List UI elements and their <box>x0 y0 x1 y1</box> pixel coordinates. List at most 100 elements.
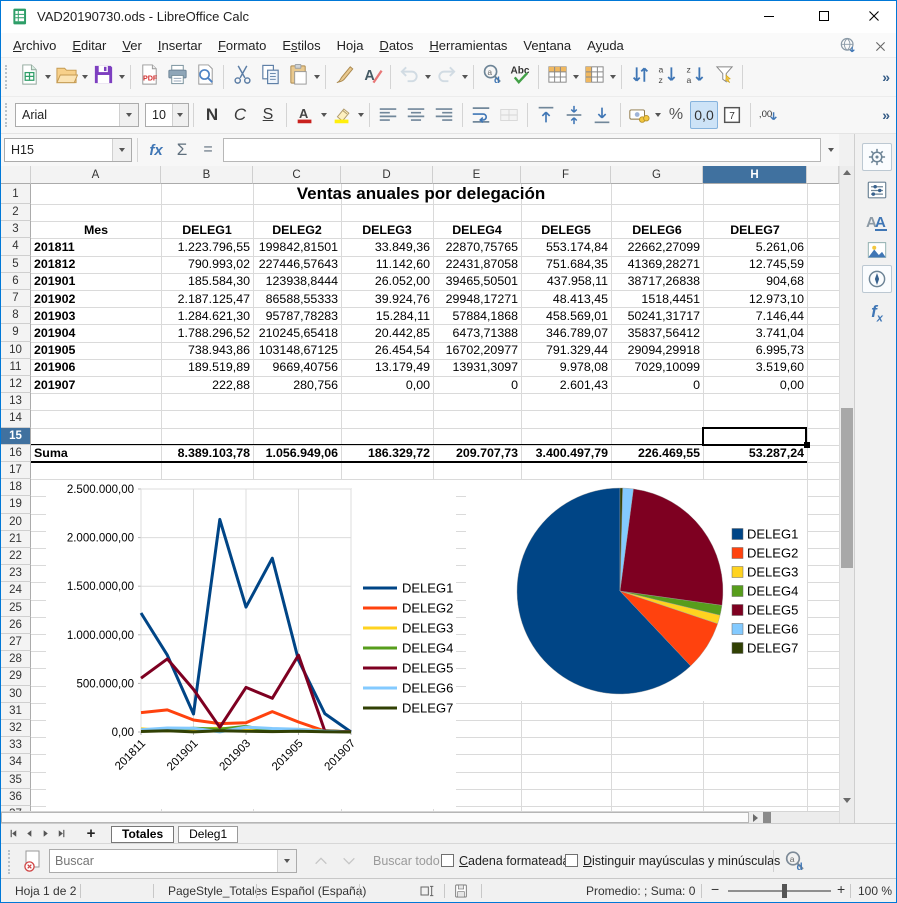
find-replace-icon[interactable]: ad <box>783 849 807 878</box>
value-cell[interactable]: 38717,26838 <box>611 273 703 290</box>
header-cell[interactable]: DELEG4 <box>433 221 521 238</box>
value-cell[interactable]: 22870,75765 <box>433 238 521 255</box>
column-header-D[interactable]: D <box>341 166 433 184</box>
column-header-E[interactable]: E <box>433 166 521 184</box>
menu-herramientas[interactable]: Herramientas <box>421 35 515 56</box>
month-cell[interactable]: 201907 <box>31 376 161 393</box>
autofilter-button[interactable] <box>710 63 738 91</box>
formatted-string-checkbox[interactable] <box>441 854 454 867</box>
row-header-34[interactable]: 34 <box>1 754 31 772</box>
value-cell[interactable]: 791.329,44 <box>521 342 611 359</box>
chevron-down-icon[interactable] <box>171 104 188 126</box>
column-header-B[interactable]: B <box>161 166 253 184</box>
formula-input[interactable] <box>223 138 821 162</box>
row-header-23[interactable]: 23 <box>1 565 31 583</box>
sidebar-gallery-button[interactable] <box>862 236 892 264</box>
value-cell[interactable]: 123938,8444 <box>253 273 341 290</box>
value-cell[interactable]: 39465,50501 <box>433 273 521 290</box>
row-header-25[interactable]: 25 <box>1 599 31 617</box>
save-button[interactable] <box>89 63 117 91</box>
row-header-3[interactable]: 3 <box>1 221 31 239</box>
currency-format-button[interactable] <box>625 101 653 129</box>
toolbar-overflow-button[interactable]: » <box>882 69 890 85</box>
row-header-7[interactable]: 7 <box>1 290 31 308</box>
find-all-button[interactable]: Buscar todo <box>373 854 440 868</box>
vertical-scrollbar[interactable] <box>839 166 854 823</box>
chevron-down-icon[interactable] <box>356 101 365 129</box>
value-cell[interactable]: 57884,1868 <box>433 307 521 324</box>
equals-icon[interactable]: = <box>195 137 221 163</box>
value-cell[interactable]: 50241,31717 <box>611 307 703 324</box>
redo-dropdown[interactable] <box>460 63 469 91</box>
chevron-down-icon[interactable] <box>112 139 131 161</box>
value-cell[interactable]: 15.284,11 <box>341 307 433 324</box>
maximize-button[interactable] <box>801 1 846 31</box>
sidebar-navigator-button[interactable] <box>862 265 892 293</box>
toolbar-overflow-button[interactable]: » <box>882 107 890 123</box>
zoom-in-button[interactable]: + <box>837 881 845 897</box>
sheet-count[interactable]: Hoja 1 de 2 <box>15 884 76 898</box>
value-cell[interactable]: 86588,55333 <box>253 290 341 307</box>
new-button[interactable] <box>15 63 43 91</box>
close-button[interactable] <box>851 1 896 31</box>
tab-totales[interactable]: Totales <box>111 825 175 843</box>
column-header-C[interactable]: C <box>253 166 341 184</box>
header-cell[interactable]: DELEG3 <box>341 221 433 238</box>
row-header-2[interactable]: 2 <box>1 204 31 222</box>
toolbar-grip[interactable] <box>8 850 13 874</box>
selection-mode-icon[interactable] <box>419 883 435 902</box>
align-right-button[interactable] <box>430 101 458 129</box>
value-cell[interactable]: 0,00 <box>341 376 433 393</box>
value-cell[interactable]: 210245,65418 <box>253 324 341 341</box>
name-box[interactable]: H15 <box>4 138 132 162</box>
sort-button[interactable] <box>626 63 654 91</box>
add-decimal-button[interactable]: ,00 <box>755 101 783 129</box>
last-sheet-icon[interactable] <box>53 826 69 842</box>
sort-ascending-button[interactable]: az <box>654 63 682 91</box>
chevron-down-icon[interactable] <box>653 101 662 129</box>
open-button[interactable] <box>52 63 80 91</box>
value-cell[interactable]: 3.741,04 <box>703 324 807 341</box>
row-header-33[interactable]: 33 <box>1 737 31 755</box>
value-cell[interactable]: 904,68 <box>703 273 807 290</box>
scroll-down-icon[interactable] <box>843 798 851 803</box>
print-button[interactable] <box>163 63 191 91</box>
paste-button[interactable] <box>284 63 312 91</box>
pie-chart[interactable]: DELEG1 DELEG2 DELEG3 DELEG4 DELEG5 DELEG6 DELE… <box>466 480 807 701</box>
value-cell[interactable]: 26.454,54 <box>341 342 433 359</box>
date-format-button[interactable]: 7 <box>718 101 746 129</box>
month-cell[interactable]: 201906 <box>31 359 161 376</box>
align-left-button[interactable] <box>374 101 402 129</box>
row-header-35[interactable]: 35 <box>1 771 31 789</box>
menu-datos[interactable]: Datos <box>371 35 421 56</box>
toolbar-grip[interactable] <box>5 65 10 89</box>
sheet-title-cell[interactable]: Ventas anuales por delegación <box>161 184 681 204</box>
value-cell[interactable]: 39.924,76 <box>341 290 433 307</box>
next-sheet-icon[interactable] <box>37 826 53 842</box>
month-cell[interactable]: 201812 <box>31 256 161 273</box>
value-cell[interactable]: 11.142,60 <box>341 256 433 273</box>
align-bottom-button[interactable] <box>588 101 616 129</box>
line-chart[interactable]: 0,00 500.000,00 1.000.000,00 1.500.000,00 2.… <box>46 480 456 809</box>
month-cell[interactable]: 201811 <box>31 238 161 255</box>
close-find-bar-icon[interactable] <box>21 849 45 878</box>
header-cell[interactable]: DELEG2 <box>253 221 341 238</box>
wrap-text-button[interactable] <box>467 101 495 129</box>
font-color-button[interactable]: A <box>291 101 319 129</box>
row-header-8[interactable]: 8 <box>1 307 31 325</box>
font-name-combo[interactable]: Arial <box>15 103 139 127</box>
row-header-13[interactable]: 13 <box>1 393 31 411</box>
value-cell[interactable]: 6473,71388 <box>433 324 521 341</box>
scrollbar-split-handle[interactable] <box>763 812 771 823</box>
sidebar-functions-button[interactable]: fx <box>862 299 892 327</box>
sidebar-styles-button[interactable]: AA <box>862 208 892 236</box>
sidebar-properties-button[interactable] <box>862 176 892 204</box>
tab-deleg1[interactable]: Deleg1 <box>178 825 239 843</box>
value-cell[interactable]: 41369,28271 <box>611 256 703 273</box>
sum-value-cell[interactable]: 8.389.103,78 <box>161 445 253 462</box>
value-cell[interactable]: 458.569,01 <box>521 307 611 324</box>
redo-button[interactable] <box>432 63 460 91</box>
clone-formatting-button[interactable] <box>330 63 358 91</box>
insert-column-dropdown[interactable] <box>608 63 617 91</box>
row-header-15[interactable]: 15 <box>1 427 31 445</box>
